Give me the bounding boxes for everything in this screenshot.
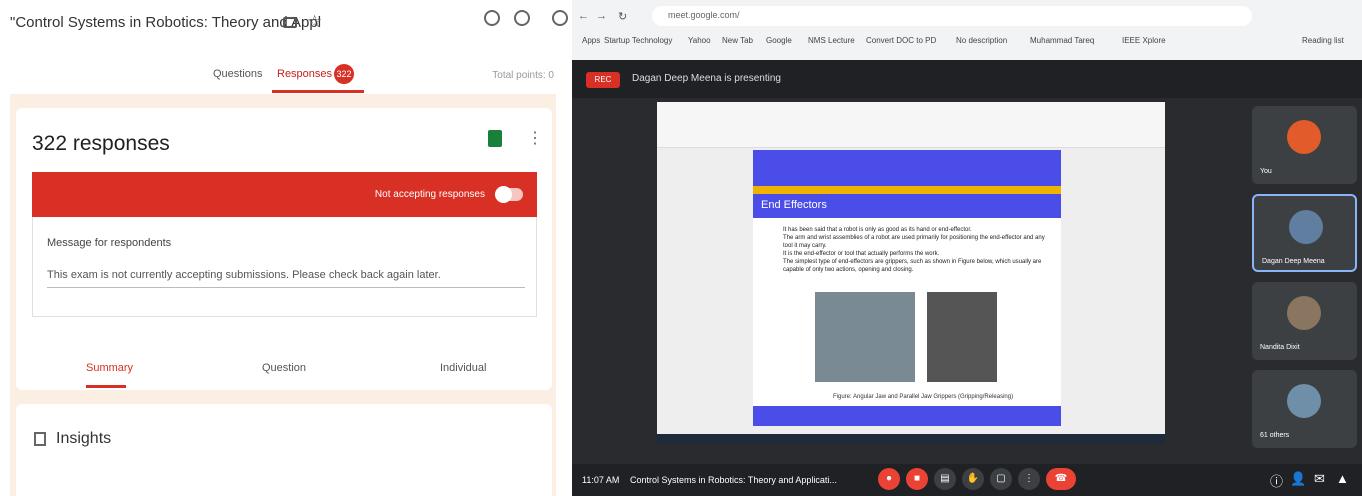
back-icon[interactable]: ←	[578, 10, 589, 22]
insights-card	[16, 404, 552, 496]
slide-bullet: The simplest type of end-effectors are g…	[783, 259, 1042, 273]
participant-tile[interactable]: You	[1252, 106, 1357, 184]
response-count-badge: 322	[334, 64, 354, 84]
activities-icon[interactable]: ▲	[1336, 471, 1349, 486]
message-underline	[47, 287, 525, 288]
toggle-knob	[495, 186, 512, 203]
slide-header-band	[753, 150, 1061, 186]
avatar	[1287, 120, 1321, 154]
slide-bullet: The arm and wrist assemblies of a robot …	[783, 235, 1045, 249]
address-bar[interactable]: meet.google.com/	[652, 6, 1252, 26]
message-title: Message for respondents	[47, 237, 172, 249]
message-box: Message for respondents This exam is not…	[32, 217, 537, 317]
bookmark-item[interactable]: Startup Technology	[604, 36, 672, 45]
insights-heading: Insights	[56, 430, 112, 447]
shared-screen: End Effectors It has been said that a ro…	[657, 102, 1165, 444]
insights-icon	[34, 432, 46, 446]
more-options-button[interactable]: ⋮	[1018, 468, 1040, 490]
bookmark-item[interactable]: Muhammad Tareq	[1030, 36, 1094, 45]
gripper-image	[927, 292, 997, 382]
tab-individual[interactable]: Individual	[440, 362, 486, 374]
bookmark-item[interactable]: Convert DOC to PD	[866, 36, 936, 45]
folder-icon[interactable]	[283, 17, 297, 28]
recording-badge: REC	[586, 72, 620, 88]
bookmarks-bar: Apps Startup Technology Yahoo New Tab Go…	[582, 30, 1352, 52]
url-text: meet.google.com/	[668, 10, 740, 20]
settings-icon[interactable]	[552, 10, 568, 26]
more-vert-icon[interactable]: ⋮	[527, 128, 543, 148]
slide-bullet: It is the end-effector or tool that actu…	[783, 251, 940, 257]
chat-icon[interactable]: ✉	[1314, 471, 1325, 487]
windows-taskbar	[657, 434, 1165, 444]
browser-chrome: ← → ↻ meet.google.com/ Apps Startup Tech…	[572, 0, 1362, 60]
form-title: "Control Systems in Robotics: Theory and…	[10, 14, 322, 31]
participant-name: 61 others	[1260, 432, 1290, 439]
participant-tile[interactable]: Nandita Dixit	[1252, 282, 1357, 360]
avatar	[1287, 296, 1321, 330]
meet-presenting-bar: REC Dagan Deep Meena is presenting	[572, 60, 1362, 98]
tab-responses[interactable]: Responses	[277, 68, 332, 80]
slide-bullets: It has been said that a robot is only as…	[783, 226, 1045, 274]
people-icon[interactable]: 👤	[1290, 471, 1306, 487]
mic-off-button[interactable]: ●	[878, 468, 900, 490]
bookmark-item[interactable]: Reading list	[1302, 36, 1344, 45]
bookmark-item[interactable]: No description	[956, 36, 1007, 45]
tab-summary[interactable]: Summary	[86, 362, 133, 374]
summary-underline	[86, 385, 126, 388]
bookmark-item[interactable]: Google	[766, 36, 792, 45]
preview-icon[interactable]	[514, 10, 530, 26]
meeting-time: 11:07 AM	[582, 475, 620, 485]
info-icon[interactable]: ⓘ	[1270, 471, 1283, 490]
avatar	[1287, 384, 1321, 418]
bookmark-item[interactable]: Yahoo	[688, 36, 711, 45]
tab-question[interactable]: Question	[262, 362, 306, 374]
presenting-label: Dagan Deep Meena is presenting	[632, 73, 781, 84]
slide-footer-band	[753, 406, 1061, 426]
google-meet-panel: ← → ↻ meet.google.com/ Apps Startup Tech…	[572, 0, 1362, 496]
meet-controls-bar: 11:07 AM Control Systems in Robotics: Th…	[572, 464, 1362, 496]
google-forms-panel: "Control Systems in Robotics: Theory and…	[0, 0, 572, 496]
participant-tile[interactable]: Dagan Deep Meena	[1252, 194, 1357, 272]
slide-gold-band	[753, 186, 1061, 194]
accepting-responses-bar: Not accepting responses	[32, 172, 537, 217]
tab-questions[interactable]: Questions	[213, 68, 263, 80]
gripper-image	[815, 292, 915, 382]
camera-off-button[interactable]: ■	[906, 468, 928, 490]
slide-title: End Effectors	[761, 199, 827, 211]
accepting-toggle[interactable]	[495, 186, 523, 203]
slide-title-band: End Effectors	[753, 194, 1061, 218]
bookmark-item[interactable]: IEEE Xplore	[1122, 36, 1166, 45]
slide-bullet: It has been said that a robot is only as…	[783, 227, 972, 233]
palette-icon[interactable]	[484, 10, 500, 26]
presentation-slide: End Effectors It has been said that a ro…	[753, 150, 1061, 426]
star-icon[interactable]: ☆	[307, 12, 322, 32]
total-points: Total points: 0	[492, 70, 554, 81]
participant-tile[interactable]: 61 others	[1252, 370, 1357, 448]
message-text[interactable]: This exam is not currently accepting sub…	[47, 269, 441, 281]
bookmark-item[interactable]: New Tab	[722, 36, 753, 45]
avatar	[1289, 210, 1323, 244]
responses-heading: 322 responses	[32, 132, 170, 155]
present-button[interactable]: ▢	[990, 468, 1012, 490]
slide-caption: Figure: Angular Jaw and Parallel Jaw Gri…	[833, 394, 1014, 400]
raise-hand-button[interactable]: ✋	[962, 468, 984, 490]
participant-name: Dagan Deep Meena	[1262, 258, 1325, 265]
participant-name: Nandita Dixit	[1260, 344, 1300, 351]
captions-button[interactable]: ▤	[934, 468, 956, 490]
tab-underline	[272, 90, 364, 93]
meeting-title: Control Systems in Robotics: Theory and …	[630, 475, 837, 485]
sheets-icon[interactable]	[488, 130, 502, 147]
forward-icon[interactable]: →	[596, 10, 607, 22]
bookmark-item[interactable]: NMS Lecture	[808, 36, 855, 45]
ppt-ribbon	[657, 102, 1165, 148]
participant-name: You	[1260, 168, 1272, 175]
bookmark-item[interactable]: Apps	[582, 36, 600, 45]
accepting-label: Not accepting responses	[374, 189, 485, 200]
leave-call-button[interactable]: ☎	[1046, 468, 1076, 490]
reload-icon[interactable]: ↻	[618, 10, 627, 23]
form-header: "Control Systems in Robotics: Theory and…	[0, 0, 572, 94]
